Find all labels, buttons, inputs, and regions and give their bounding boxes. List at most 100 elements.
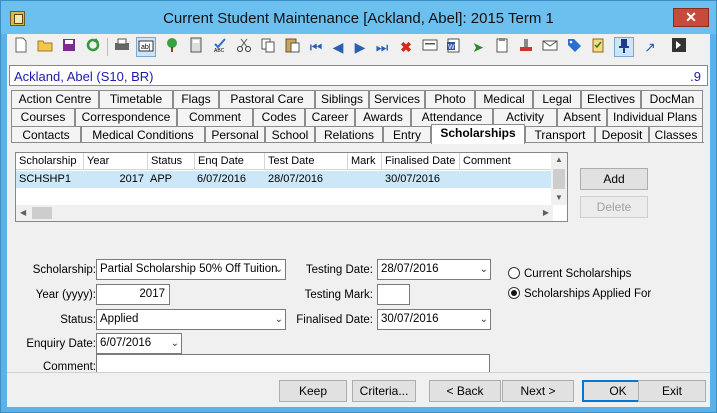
tab-pastoral-care[interactable]: Pastoral Care — [219, 90, 315, 108]
scroll-right-icon[interactable]: ▶ — [543, 208, 549, 217]
tab-docman[interactable]: DocMan — [641, 90, 703, 108]
id-card-icon[interactable] — [420, 37, 440, 57]
tab-timetable[interactable]: Timetable — [99, 90, 173, 108]
new-icon[interactable] — [11, 37, 31, 57]
column-test-date[interactable]: Test Date — [265, 153, 348, 170]
arrow-icon[interactable]: ↗ — [640, 37, 660, 57]
scholarship-select[interactable]: Partial Scholarship 50% Off Tuition ⌄ — [96, 259, 286, 280]
calculator-icon[interactable] — [186, 37, 206, 57]
table-row[interactable]: SCHSHP1 2017 APP 6/07/2016 28/07/2016 30… — [16, 171, 553, 188]
column-year[interactable]: Year — [84, 153, 148, 170]
next-record-icon[interactable]: ▶ — [350, 37, 370, 57]
chevron-down-icon: ⌄ — [274, 314, 283, 325]
scroll-up-icon[interactable]: ▲ — [555, 155, 563, 164]
tab-electives[interactable]: Electives — [581, 90, 641, 108]
keep-button[interactable]: Keep — [279, 380, 347, 402]
testing-date-value: 28/07/2016 — [381, 263, 439, 275]
delete-button[interactable]: Delete — [580, 196, 648, 218]
criteria-button[interactable]: Criteria... — [352, 380, 416, 402]
status-value: Applied — [100, 313, 139, 325]
tab-action-centre[interactable]: Action Centre — [11, 90, 99, 108]
tab-legal[interactable]: Legal — [533, 90, 581, 108]
tab-comment[interactable]: Comment — [177, 108, 253, 126]
word-icon[interactable]: W — [444, 37, 464, 57]
enquiry-date-picker[interactable]: 6/07/2016 ⌄ — [96, 333, 182, 354]
testing-date-picker[interactable]: 28/07/2016 ⌄ — [377, 259, 491, 280]
column-enq-date[interactable]: Enq Date — [195, 153, 265, 170]
send-icon[interactable]: ➤ — [468, 37, 488, 57]
testing-mark-field[interactable] — [377, 284, 410, 305]
current-scholarships-label: Current Scholarships — [524, 268, 632, 280]
open-icon[interactable] — [35, 37, 55, 57]
email-icon[interactable] — [540, 37, 560, 57]
pin-icon[interactable] — [614, 37, 634, 57]
back-button[interactable]: < Back — [429, 380, 501, 402]
tab-siblings[interactable]: Siblings — [315, 90, 369, 108]
tab-courses[interactable]: Courses — [11, 108, 75, 126]
column-status[interactable]: Status — [148, 153, 195, 170]
close-button[interactable]: ✕ — [673, 8, 709, 27]
first-record-icon[interactable]: ⏮ — [306, 37, 326, 57]
horizontal-scrollbar[interactable]: ◀ ▶ — [16, 205, 553, 221]
column-comment[interactable]: Comment — [460, 153, 553, 170]
copy-icon[interactable] — [258, 37, 278, 57]
spellcheck-icon[interactable]: ABC — [210, 37, 230, 57]
tab-flags[interactable]: Flags — [173, 90, 219, 108]
tab-career[interactable]: Career — [305, 108, 355, 126]
tree-icon[interactable] — [162, 37, 182, 57]
finalised-date-picker[interactable]: 30/07/2016 ⌄ — [377, 309, 491, 330]
finalised-date-label: Finalised Date: — [296, 314, 373, 326]
scroll-left-icon[interactable]: ◀ — [20, 208, 26, 217]
enquiry-date-value: 6/07/2016 — [100, 337, 152, 349]
save-icon[interactable] — [59, 37, 79, 57]
tag-icon[interactable] — [564, 37, 584, 57]
title-bar[interactable]: Current Student Maintenance [Ackland, Ab… — [1, 1, 716, 34]
scholarships-panel: Scholarship Year Status Enq Date Test Da… — [11, 142, 704, 373]
stamp-icon[interactable] — [516, 37, 536, 57]
scholarships-applied-for-radio[interactable]: Scholarships Applied For — [508, 287, 651, 300]
add-button[interactable]: Add — [580, 168, 648, 190]
tab-scholarships[interactable]: Scholarships — [431, 124, 525, 144]
paste-icon[interactable] — [282, 37, 302, 57]
next-button[interactable]: Next > — [502, 380, 574, 402]
application-window: Current Student Maintenance [Ackland, Ab… — [0, 0, 717, 413]
checklist-icon[interactable] — [588, 37, 608, 57]
chevron-down-icon: ⌄ — [170, 338, 179, 349]
year-field[interactable]: 2017 — [96, 284, 170, 305]
cell-scholarship: SCHSHP1 — [19, 173, 71, 185]
clipboard-icon[interactable] — [492, 37, 512, 57]
tab-awards[interactable]: Awards — [355, 108, 411, 126]
tab-correspondence[interactable]: Correspondence — [75, 108, 177, 126]
column-finalised-date[interactable]: Finalised Date — [382, 153, 460, 170]
refresh-icon[interactable] — [83, 37, 103, 57]
vertical-scroll-thumb[interactable] — [553, 169, 565, 189]
cell-status: APP — [150, 173, 173, 185]
student-number: .9 — [690, 69, 701, 84]
chevron-down-icon: ⌄ — [274, 264, 283, 275]
scholarships-grid[interactable]: Scholarship Year Status Enq Date Test Da… — [15, 152, 568, 222]
print-icon[interactable] — [112, 37, 132, 57]
tab-absent[interactable]: Absent — [557, 108, 607, 126]
scroll-down-icon[interactable]: ▼ — [555, 193, 563, 202]
vertical-scrollbar[interactable]: ▲ ▼ — [551, 153, 567, 205]
last-record-icon[interactable]: ⏭ — [372, 37, 392, 57]
delete-icon[interactable]: ✖ — [396, 37, 416, 57]
cut-icon[interactable] — [234, 37, 254, 57]
exit-icon[interactable] — [669, 37, 689, 57]
horizontal-scroll-thumb[interactable] — [32, 207, 52, 219]
tab-medical[interactable]: Medical — [475, 90, 533, 108]
svg-text:ABC: ABC — [214, 48, 225, 53]
tab-services[interactable]: Services — [369, 90, 425, 108]
enquiry-date-label: Enquiry Date: — [26, 338, 96, 350]
tab-individual-plans[interactable]: Individual Plans — [607, 108, 703, 126]
status-select[interactable]: Applied ⌄ — [96, 309, 286, 330]
window-title: Current Student Maintenance [Ackland, Ab… — [163, 10, 554, 27]
tab-codes[interactable]: Codes — [253, 108, 305, 126]
previous-record-icon[interactable]: ◀ — [328, 37, 348, 57]
column-scholarship[interactable]: Scholarship — [16, 153, 84, 170]
current-scholarships-radio[interactable]: Current Scholarships — [508, 267, 631, 280]
exit-button[interactable]: Exit — [638, 380, 706, 402]
column-mark[interactable]: Mark — [348, 153, 382, 170]
tab-photo[interactable]: Photo — [425, 90, 475, 108]
text-field-icon[interactable]: ab| — [136, 37, 156, 57]
